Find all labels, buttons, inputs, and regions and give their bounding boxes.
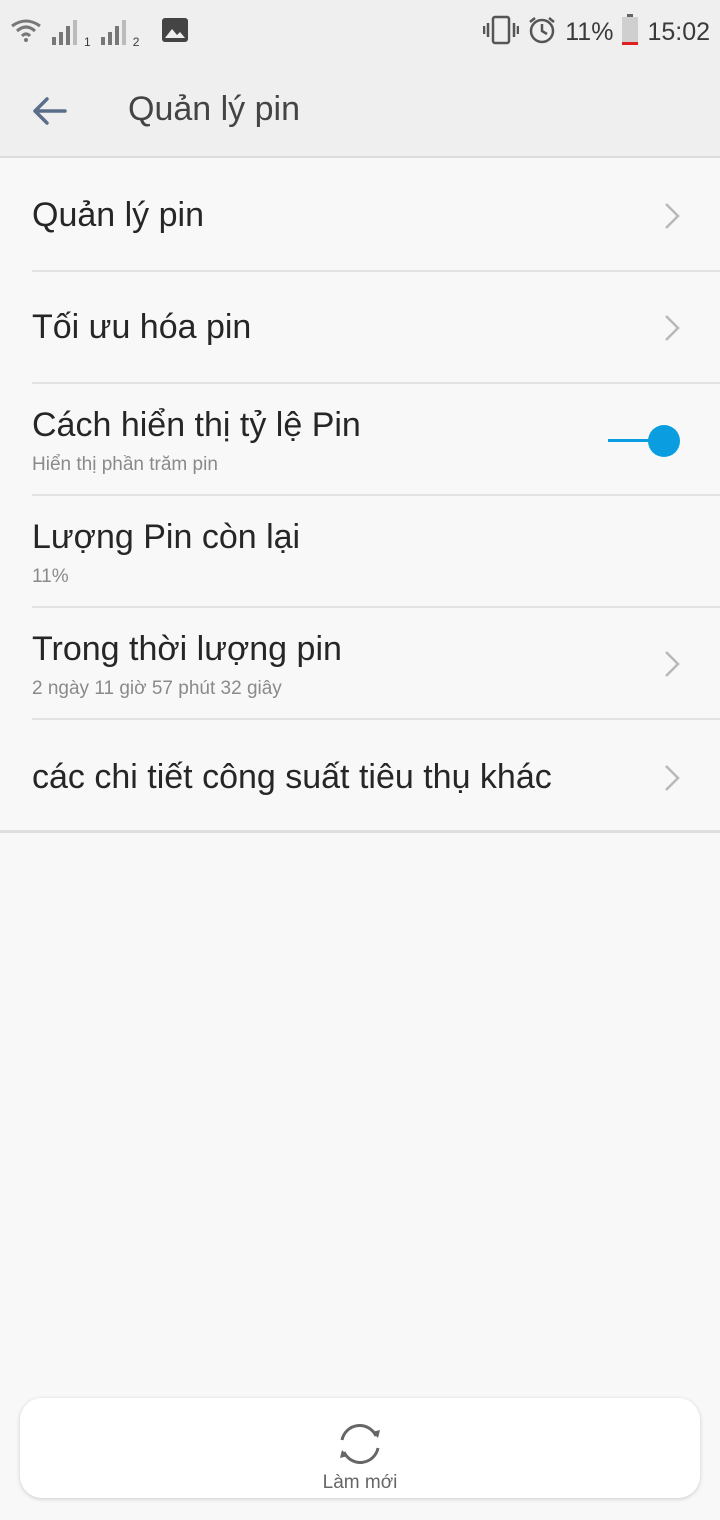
refresh-button[interactable]: Làm mới [20, 1398, 700, 1498]
row-title: Tối ưu hóa pin [32, 308, 252, 346]
chevron-right-icon [665, 651, 680, 677]
battery-icon [621, 13, 639, 51]
row-battery-optimization[interactable]: Tối ưu hóa pin [0, 272, 720, 384]
list-bottom-divider [0, 830, 720, 833]
chevron-right-icon [665, 765, 680, 791]
chevron-right-icon [665, 203, 680, 229]
row-subtitle: 11% [32, 566, 69, 587]
gallery-icon [161, 17, 189, 48]
battery-percentage-toggle[interactable] [608, 424, 682, 458]
battery-percent: 11% [565, 17, 614, 46]
row-title: Cách hiển thị tỷ lệ Pin [32, 406, 361, 444]
row-subtitle: 2 ngày 11 giờ 57 phút 32 giây [32, 678, 282, 699]
row-title: Lượng Pin còn lại [32, 518, 301, 556]
row-title: các chi tiết công suất tiêu thụ khác [32, 758, 552, 796]
page-title: Quản lý pin [128, 90, 300, 128]
status-right: 11% 15:02 [483, 13, 710, 51]
back-button[interactable] [24, 86, 74, 136]
refresh-icon [340, 1424, 380, 1464]
row-subtitle: Hiển thị phần trăm pin [32, 454, 218, 475]
row-battery-percentage-display[interactable]: Cách hiển thị tỷ lệ Pin Hiển thị phần tr… [0, 384, 720, 496]
refresh-label: Làm mới [322, 1472, 398, 1493]
settings-list: Quản lý pin Tối ưu hóa pin Cách hiển thị… [0, 160, 720, 832]
row-remaining-battery: Lượng Pin còn lại 11% [0, 496, 720, 608]
row-battery-duration[interactable]: Trong thời lượng pin 2 ngày 11 giờ 57 ph… [0, 608, 720, 720]
app-header: Quản lý pin [0, 64, 720, 158]
clock: 15:02 [647, 17, 710, 46]
row-title: Trong thời lượng pin [32, 630, 342, 668]
vibrate-icon [483, 15, 520, 50]
row-other-power-details[interactable]: các chi tiết công suất tiêu thụ khác [0, 720, 720, 832]
row-battery-management[interactable]: Quản lý pin [0, 160, 720, 272]
sim1-label: 1 [84, 35, 91, 49]
back-arrow-icon [33, 97, 67, 125]
row-title: Quản lý pin [32, 196, 204, 234]
chevron-right-icon [665, 315, 680, 341]
signal-sim2-icon: 2 [100, 19, 139, 49]
signal-sim1-icon: 1 [52, 19, 91, 49]
status-left: 1 2 [10, 14, 189, 50]
alarm-icon [527, 15, 557, 50]
wifi-icon [10, 18, 42, 47]
sim2-label: 2 [132, 35, 140, 49]
status-bar: 1 2 11% 15:02 [0, 0, 720, 64]
